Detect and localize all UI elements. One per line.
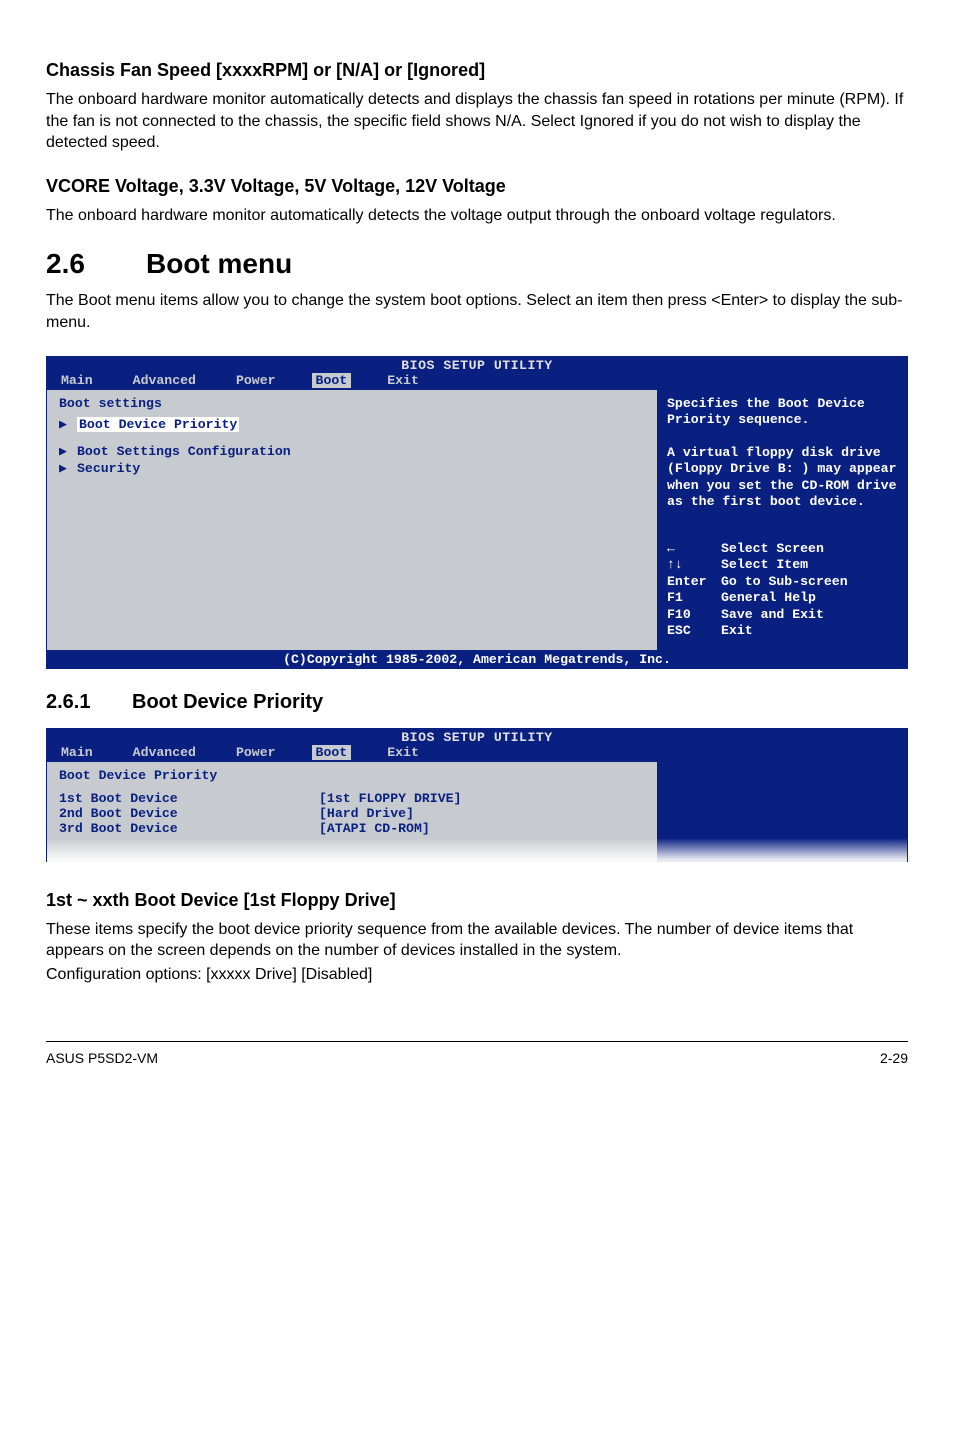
bios1-item-security[interactable]: ▶ Security [59,461,645,476]
bios1-help2: A virtual floppy disk drive (Floppy Driv… [667,445,897,511]
chassis-body: The onboard hardware monitor automatical… [46,89,908,154]
nav-key-esc: ESC [667,623,721,640]
subsection-text: Boot Device Priority [132,691,323,713]
bios2-tab-boot[interactable]: Boot [312,745,352,760]
bios1-left-panel: Boot settings ▶ Boot Device Priority ▶ B… [47,390,657,650]
bios1-tab-boot[interactable]: Boot [312,373,352,388]
bios1-heading: Boot settings [59,396,645,411]
bios2-tab-power[interactable]: Power [232,745,280,760]
nav-label-exit: Exit [721,623,753,640]
arrow-icon: ▶ [59,461,77,476]
vcore-heading: VCORE Voltage, 3.3V Voltage, 5V Voltage,… [46,176,908,197]
boot-menu-text: Boot menu [146,248,292,279]
footer-left: ASUS P5SD2-VM [46,1050,158,1066]
footer-right: 2-29 [880,1050,908,1066]
bios1-tab-exit[interactable]: Exit [383,373,423,388]
boot-menu-title: 2.6Boot menu [46,248,908,280]
arrow-icon: ▶ [59,417,77,432]
subsection-title: 2.6.1Boot Device Priority [46,691,908,714]
bios2-row-2nd[interactable]: 2nd Boot Device [Hard Drive] [59,806,645,821]
bios2-right-panel [657,762,907,862]
bios2-row-3rd[interactable]: 3rd Boot Device [ATAPI CD-ROM] [59,821,645,836]
bios1-footer: (C)Copyright 1985-2002, American Megatre… [47,650,907,668]
bios1-help1: Specifies the Boot Device Priority seque… [667,396,897,429]
nav-label-subscreen: Go to Sub-screen [721,574,848,591]
page-footer: ASUS P5SD2-VM 2-29 [46,1041,908,1066]
bios2-dev0-label: 1st Boot Device [59,791,319,806]
nav-label-help: General Help [721,590,816,607]
bios1-item-boot-settings[interactable]: ▶ Boot Settings Configuration [59,444,645,459]
nav-key-enter: Enter [667,574,721,591]
bios1-title: BIOS SETUP UTILITY [47,357,907,373]
bios1-tab-advanced[interactable]: Advanced [129,373,200,388]
bios1-tab-main[interactable]: Main [57,373,97,388]
bios1-item1-label: Boot Settings Configuration [77,444,291,459]
nav-key-f10: F10 [667,607,721,624]
bios-setup-box-2: BIOS SETUP UTILITY Main Advanced Power B… [46,728,908,862]
bios2-dev1-label: 2nd Boot Device [59,806,319,821]
bios-setup-box-1: BIOS SETUP UTILITY Main Advanced Power B… [46,356,908,669]
bios2-row-1st[interactable]: 1st Boot Device [1st FLOPPY DRIVE] [59,791,645,806]
bios2-dev1-value: [Hard Drive] [319,806,414,821]
bios1-menubar: Main Advanced Power Boot Exit [47,373,907,390]
bios2-menubar: Main Advanced Power Boot Exit [47,745,907,762]
boot-menu-num: 2.6 [46,248,146,280]
bios1-right-panel: Specifies the Boot Device Priority seque… [657,390,907,650]
nav-label-select-item: Select Item [721,557,808,574]
subsection-num: 2.6.1 [46,691,132,714]
firstxxth-body1: These items specify the boot device prio… [46,919,908,962]
firstxxth-heading: 1st ~ xxth Boot Device [1st Floppy Drive… [46,890,908,911]
boot-menu-body: The Boot menu items allow you to change … [46,290,908,333]
bios1-item2-label: Security [77,461,140,476]
bios2-dev0-value: [1st FLOPPY DRIVE] [319,791,461,806]
bios2-tab-main[interactable]: Main [57,745,97,760]
nav-key-updown: ↑↓ [667,557,721,574]
nav-key-left: ← [667,541,721,558]
firstxxth-body2: Configuration options: [xxxxx Drive] [Di… [46,964,908,986]
bios1-item-boot-priority[interactable]: ▶ Boot Device Priority [59,417,645,432]
nav-label-save: Save and Exit [721,607,824,624]
bios2-heading: Boot Device Priority [59,768,645,783]
bios1-item0-label: Boot Device Priority [77,417,239,432]
nav-key-f1: F1 [667,590,721,607]
bios2-tab-advanced[interactable]: Advanced [129,745,200,760]
bios2-dev2-value: [ATAPI CD-ROM] [319,821,430,836]
bios1-tab-power[interactable]: Power [232,373,280,388]
vcore-body: The onboard hardware monitor automatical… [46,205,908,227]
bios1-nav: ←Select Screen ↑↓Select Item EnterGo to … [667,541,897,640]
bios2-left-panel: Boot Device Priority 1st Boot Device [1s… [47,762,657,862]
bios2-title: BIOS SETUP UTILITY [47,729,907,745]
nav-label-select-screen: Select Screen [721,541,824,558]
arrow-icon: ▶ [59,444,77,459]
chassis-heading: Chassis Fan Speed [xxxxRPM] or [N/A] or … [46,60,908,81]
bios2-tab-exit[interactable]: Exit [383,745,423,760]
bios2-dev2-label: 3rd Boot Device [59,821,319,836]
